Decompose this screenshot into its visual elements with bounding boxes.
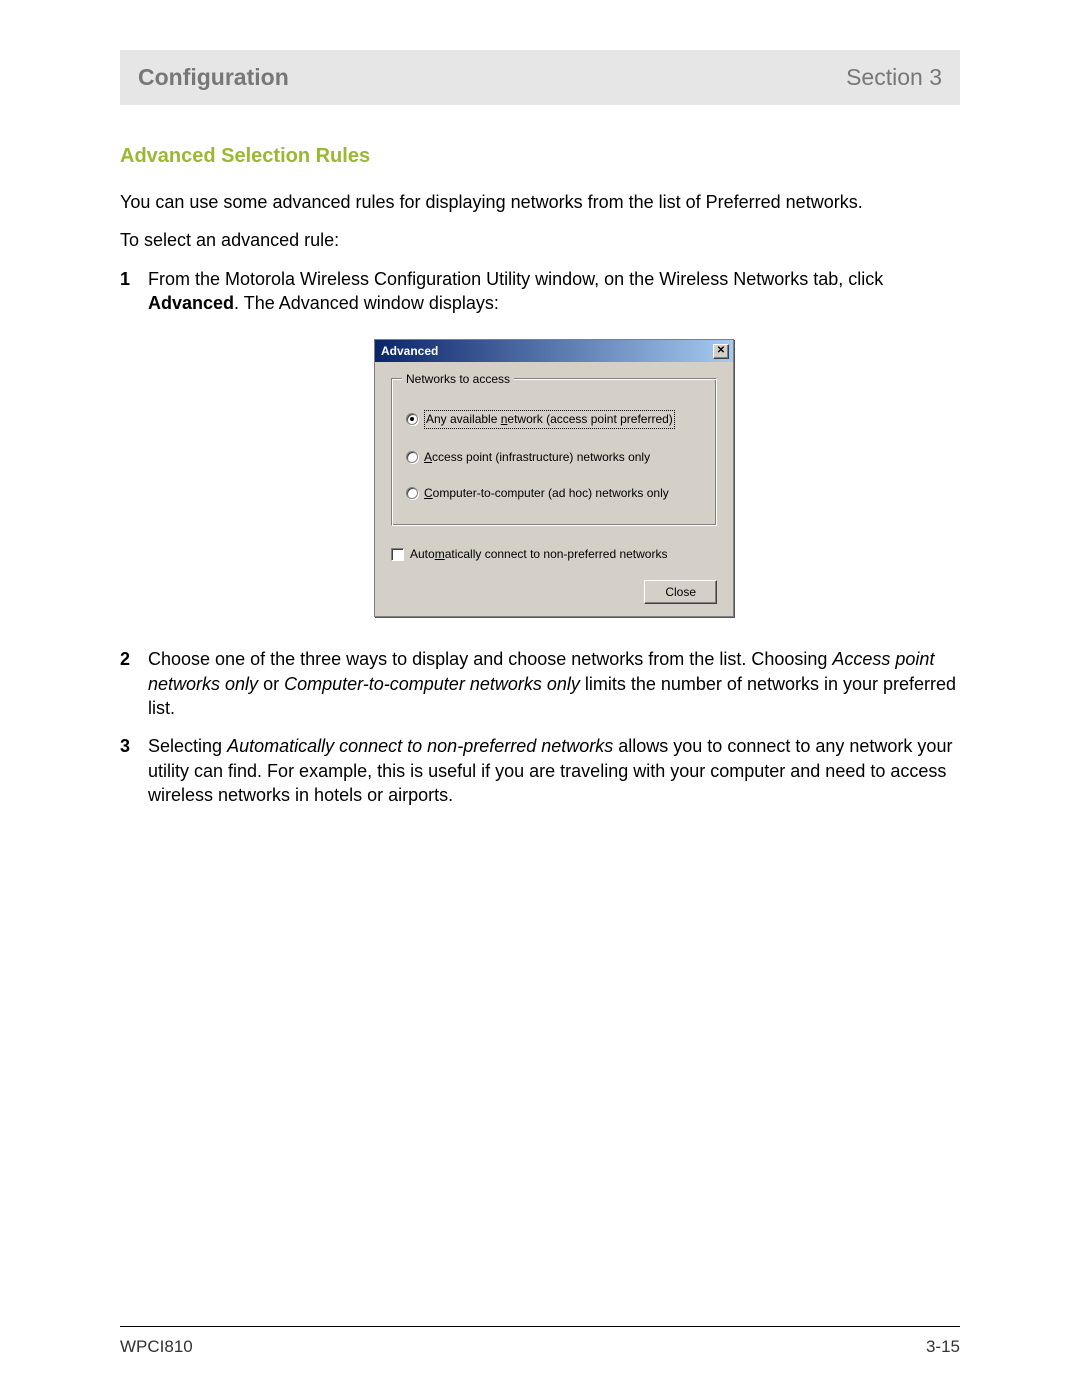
groupbox-legend: Networks to access (402, 371, 514, 387)
page-header: Configuration Section 3 (120, 50, 960, 105)
networks-groupbox: Networks to access Any available network… (391, 378, 717, 526)
dialog-title: Advanced (381, 343, 438, 359)
step-2: Choose one of the three ways to display … (120, 647, 960, 720)
step-3-text-a: Selecting (148, 736, 227, 756)
radio-icon (406, 487, 418, 499)
radio-label-any: Any available network (access point pref… (424, 410, 675, 428)
header-section: Section 3 (846, 64, 942, 91)
checkbox-icon (391, 548, 404, 561)
checkbox-label: Automatically connect to non-preferred n… (410, 546, 667, 562)
radio-option-ap[interactable]: Access point (infrastructure) networks o… (406, 449, 702, 465)
radio-option-adhoc[interactable]: Computer-to-computer (ad hoc) networks o… (406, 485, 702, 501)
radio-icon (406, 451, 418, 463)
step-1: From the Motorola Wireless Configuration… (120, 267, 960, 618)
page-footer: WPCI810 3-15 (120, 1326, 960, 1357)
header-title: Configuration (138, 64, 289, 91)
footer-model: WPCI810 (120, 1337, 193, 1357)
step-3: Selecting Automatically connect to non-p… (120, 734, 960, 807)
auto-connect-checkbox[interactable]: Automatically connect to non-preferred n… (391, 546, 717, 562)
step-2-text-b: or (258, 674, 284, 694)
dialog-titlebar: Advanced ✕ (375, 340, 733, 362)
footer-page: 3-15 (926, 1337, 960, 1357)
radio-option-any[interactable]: Any available network (access point pref… (406, 410, 702, 428)
step-1-bold: Advanced (148, 293, 234, 313)
dialog-body: Networks to access Any available network… (375, 362, 733, 616)
step-1-text-a: From the Motorola Wireless Configuration… (148, 269, 883, 289)
step-3-italic: Automatically connect to non-preferred n… (227, 736, 613, 756)
close-icon[interactable]: ✕ (713, 344, 729, 359)
step-1-text-c: . The Advanced window displays: (234, 293, 499, 313)
close-button[interactable]: Close (644, 580, 717, 604)
radio-icon (406, 413, 418, 425)
step-2-italic-2: Computer-to-computer networks only (284, 674, 580, 694)
advanced-dialog: Advanced ✕ Networks to access Any availa… (374, 339, 734, 617)
radio-label-adhoc: Computer-to-computer (ad hoc) networks o… (424, 485, 669, 501)
step-2-text-a: Choose one of the three ways to display … (148, 649, 832, 669)
radio-label-ap: Access point (infrastructure) networks o… (424, 449, 650, 465)
intro-paragraph-1: You can use some advanced rules for disp… (120, 190, 960, 214)
intro-paragraph-2: To select an advanced rule: (120, 228, 960, 252)
subheading: Advanced Selection Rules (120, 145, 960, 168)
